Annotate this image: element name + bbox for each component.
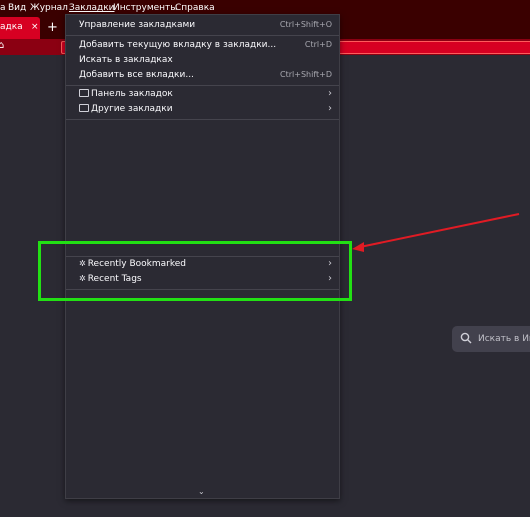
red-arrow-annotation <box>352 213 520 252</box>
